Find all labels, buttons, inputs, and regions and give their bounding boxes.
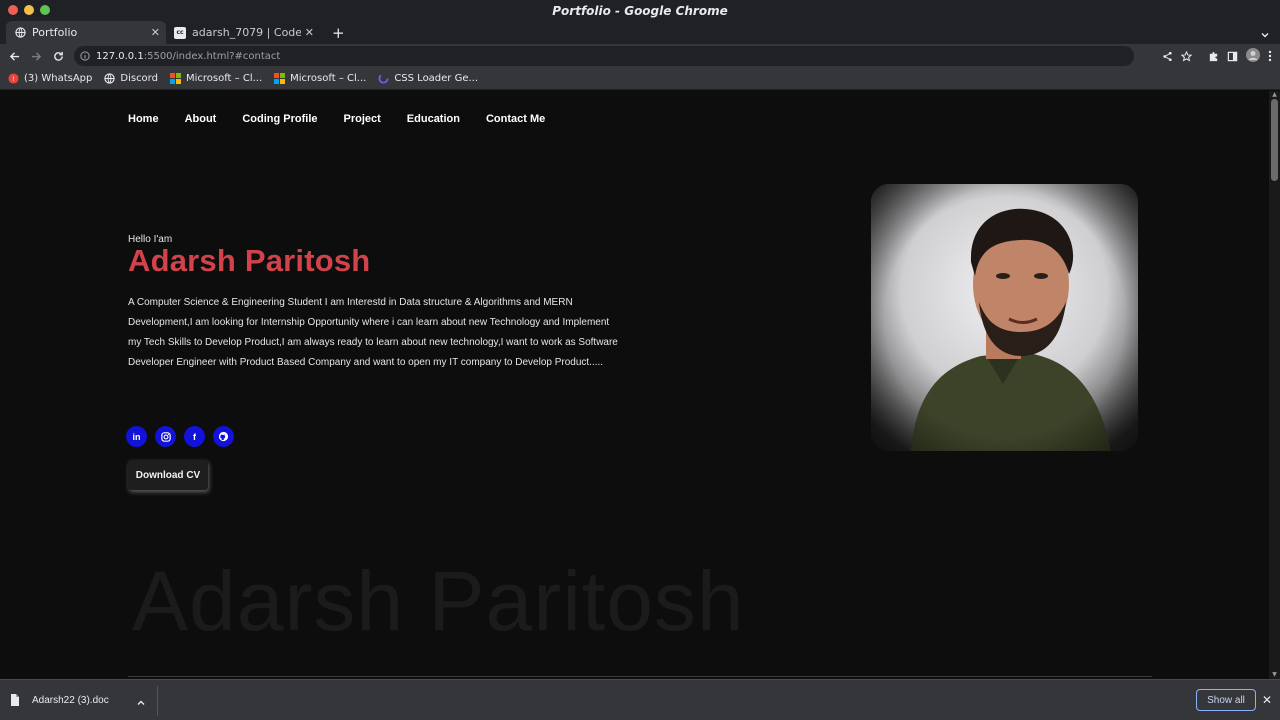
window-maximize-button[interactable] [40,5,50,15]
facebook-icon[interactable]: f [184,426,205,447]
bookmark-whatsapp[interactable]: ! (3) WhatsApp [8,73,92,84]
site-nav: Home About Coding Profile Project Educat… [128,113,545,125]
tab-strip: Portfolio ✕ cc adarsh_7079 | CodeChef U … [0,21,1280,44]
tab-search-chevron-icon[interactable] [1260,25,1270,44]
side-panel-icon[interactable] [1227,47,1238,66]
share-icon[interactable] [1162,47,1173,66]
download-cv-button[interactable]: Download CV [128,460,208,490]
globe-icon [14,27,26,39]
window-minimize-button[interactable] [24,5,34,15]
address-bar[interactable]: 127.0.0.1:5500/index.html?#contact [74,46,1134,66]
window-title: Portfolio - Google Chrome [552,3,728,18]
nav-contact-me[interactable]: Contact Me [486,113,545,125]
show-all-button[interactable]: Show all [1196,689,1256,711]
nav-home[interactable]: Home [128,113,159,125]
shelf-separator [157,686,158,716]
new-tab-button[interactable]: + [332,24,345,42]
nav-coding-profile[interactable]: Coding Profile [242,113,317,125]
scroll-up-icon[interactable]: ▲ [1271,92,1278,98]
extensions-puzzle-icon[interactable] [1208,47,1219,66]
tab-codechef[interactable]: cc adarsh_7079 | CodeChef U ✕ [168,21,320,44]
page-scrollbar[interactable]: ▲ ▼ [1269,91,1280,679]
whatsapp-icon: ! [8,73,19,84]
tab-portfolio[interactable]: Portfolio ✕ [6,21,166,44]
bookmarks-bar: ! (3) WhatsApp Discord Microsoft – Cl...… [0,68,1280,90]
profile-photo [871,184,1138,451]
microsoft-icon [274,73,286,84]
reload-button[interactable] [47,45,69,67]
back-arrow-icon [9,51,19,61]
codechef-icon: cc [174,26,186,39]
chevron-up-icon[interactable] [136,693,146,712]
window-titlebar: Portfolio - Google Chrome [0,0,1280,21]
bookmark-css-loader[interactable]: CSS Loader Ge... [378,73,478,84]
tab-label: Portfolio [32,26,78,39]
browser-toolbar: 127.0.0.1:5500/index.html?#contact [0,44,1280,68]
name-watermark: Adarsh Paritosh [132,554,745,648]
kebab-menu-icon[interactable] [1268,47,1272,66]
site-info-icon [80,51,90,61]
social-links: in f [126,426,234,447]
profile-avatar[interactable] [1246,47,1260,66]
forward-button[interactable] [25,45,47,67]
microsoft-icon [169,73,181,84]
instagram-icon[interactable] [155,426,176,447]
nav-about[interactable]: About [185,113,217,125]
toolbar-actions [1162,46,1272,66]
hero-description: A Computer Science & Engineering Student… [128,297,618,368]
url-text: 127.0.0.1:5500/index.html?#contact [96,50,281,62]
bookmark-microsoft-1[interactable]: Microsoft – Cl... [169,73,262,84]
svg-text:!: ! [12,75,15,83]
file-icon [11,694,19,706]
github-icon[interactable] [213,426,234,447]
nav-education[interactable]: Education [407,113,460,125]
globe-icon [104,73,116,84]
section-divider [128,676,1152,677]
back-button[interactable] [3,45,25,67]
window-close-button[interactable] [8,5,18,15]
download-shelf: Adarsh22 (3).doc Show all ✕ [0,679,1280,720]
nav-project[interactable]: Project [344,113,381,125]
hero-name: Adarsh Paritosh [128,243,371,278]
download-item[interactable]: Adarsh22 (3).doc [10,690,109,710]
tab-close-icon[interactable]: ✕ [151,26,160,39]
forward-arrow-icon [31,51,41,61]
page-viewport: Home About Coding Profile Project Educat… [0,91,1269,679]
linkedin-icon[interactable]: in [126,426,147,447]
scroll-down-icon[interactable]: ▼ [1271,672,1278,678]
download-filename: Adarsh22 (3).doc [32,694,109,706]
bookmark-discord[interactable]: Discord [104,73,158,84]
bookmark-microsoft-2[interactable]: Microsoft – Cl... [274,73,366,84]
tab-close-icon[interactable]: ✕ [305,26,314,39]
bookmark-star-icon[interactable] [1180,47,1193,66]
loader-icon [378,73,389,84]
window-controls [8,5,50,15]
close-icon[interactable]: ✕ [1262,693,1272,707]
tab-label: adarsh_7079 | CodeChef U [192,26,301,39]
scrollbar-thumb[interactable] [1271,99,1278,181]
reload-icon [53,51,63,61]
